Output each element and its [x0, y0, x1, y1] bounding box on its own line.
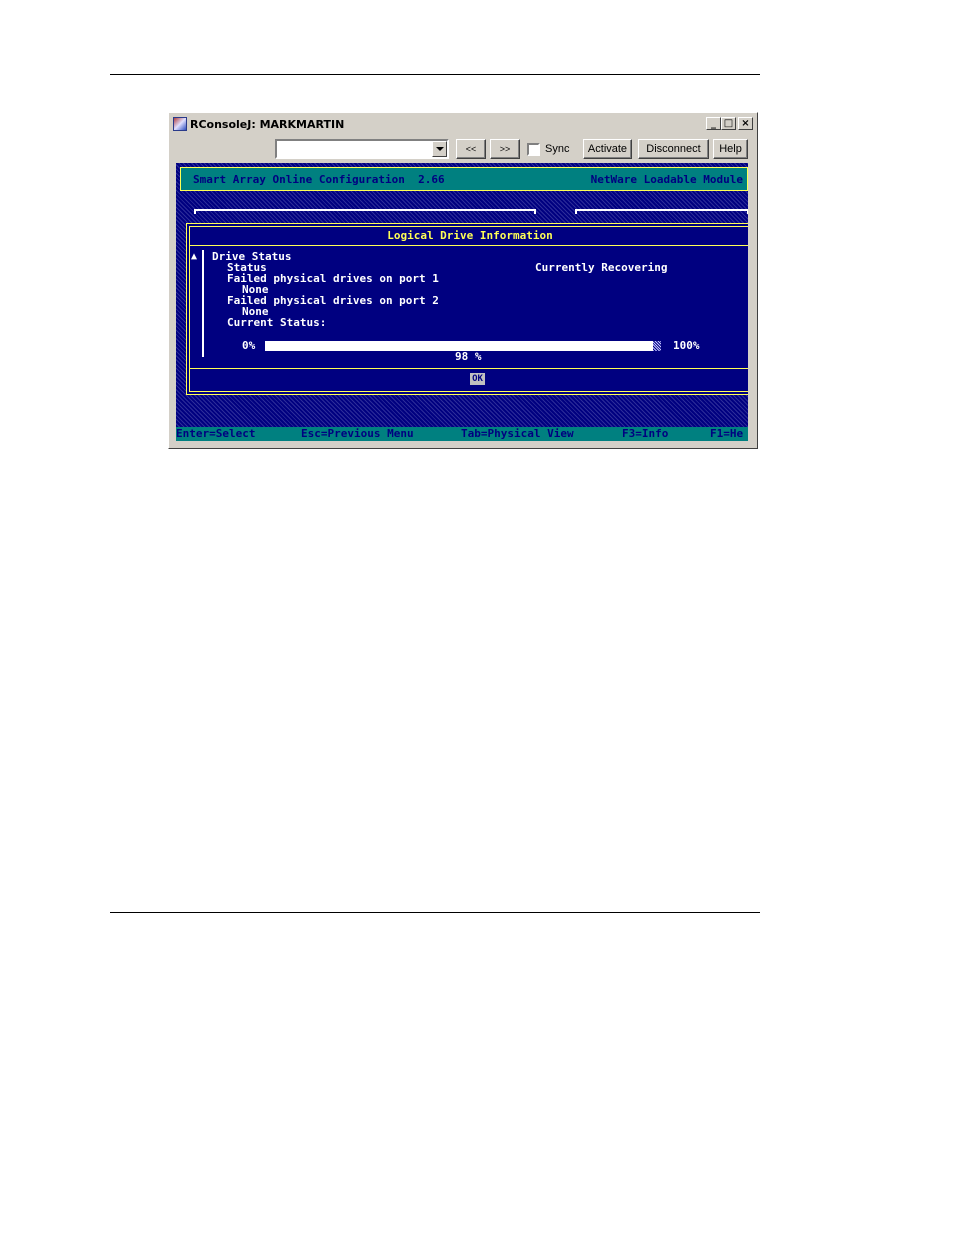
minimize-icon[interactable]: _	[706, 117, 721, 130]
status-value: Currently Recovering	[535, 261, 668, 274]
dialog-divider	[190, 368, 748, 369]
current-status-label: Current Status:	[227, 316, 327, 329]
key-hint-f3: F3=Info	[622, 427, 669, 440]
help-button[interactable]: Help	[713, 139, 748, 159]
sync-label[interactable]: Sync	[545, 143, 569, 155]
progress-max-label: 100%	[673, 339, 700, 352]
rconsole-window: RConsoleJ: MARKMARTIN _ □ × << >> Sync A…	[168, 112, 758, 449]
function-key-bar: Enter=Select Esc=Previous Menu Tab=Physi…	[176, 427, 748, 441]
page-rule-bottom	[110, 912, 760, 913]
sync-checkbox[interactable]	[527, 143, 540, 156]
server-select[interactable]	[275, 139, 449, 159]
key-hint-f1: F1=He	[710, 427, 744, 440]
key-hint-enter: Enter=Select	[176, 427, 256, 440]
title-bar[interactable]: RConsoleJ: MARKMARTIN _ □ ×	[171, 115, 755, 133]
dialog-title: Logical Drive Information	[387, 229, 553, 242]
disconnect-button[interactable]: Disconnect	[638, 139, 709, 159]
ok-button[interactable]: OK	[470, 373, 485, 385]
next-screen-button[interactable]: >>	[490, 139, 520, 159]
banner-module-type: NetWare Loadable Module	[590, 173, 743, 186]
key-hint-esc: Esc=Previous Menu	[301, 427, 414, 440]
window-controls: _ □ ×	[706, 117, 753, 130]
scrollbar[interactable]	[202, 250, 204, 357]
dialog-divider	[190, 245, 748, 246]
chevron-down-icon[interactable]	[432, 141, 447, 157]
key-hint-tab: Tab=Physical View	[461, 427, 574, 440]
toolbar: << >> Sync Activate Disconnect Help	[169, 137, 757, 161]
close-icon[interactable]: ×	[738, 117, 753, 130]
progress-min-label: 0%	[242, 339, 256, 352]
banner-app-title: Smart Array Online Configuration 2.66	[193, 173, 445, 186]
progress-remaining	[653, 341, 661, 351]
activate-button[interactable]: Activate	[583, 139, 632, 159]
scroll-up-icon[interactable]: ▲	[191, 251, 197, 262]
previous-screen-button[interactable]: <<	[456, 139, 486, 159]
logical-drive-info-dialog: Logical Drive Information ▲ Drive Status…	[186, 223, 748, 395]
window-title: RConsoleJ: MARKMARTIN	[190, 117, 345, 131]
page-rule-top	[110, 74, 760, 75]
background-panel-right	[575, 209, 748, 214]
background-panel-left	[194, 209, 536, 214]
console-banner: Smart Array Online Configuration 2.66 Ne…	[180, 167, 748, 191]
app-icon	[173, 117, 187, 131]
progress-value-label: 98 %	[455, 350, 482, 363]
maximize-icon[interactable]: □	[721, 117, 736, 130]
console-screen[interactable]: Smart Array Online Configuration 2.66 Ne…	[176, 163, 748, 441]
